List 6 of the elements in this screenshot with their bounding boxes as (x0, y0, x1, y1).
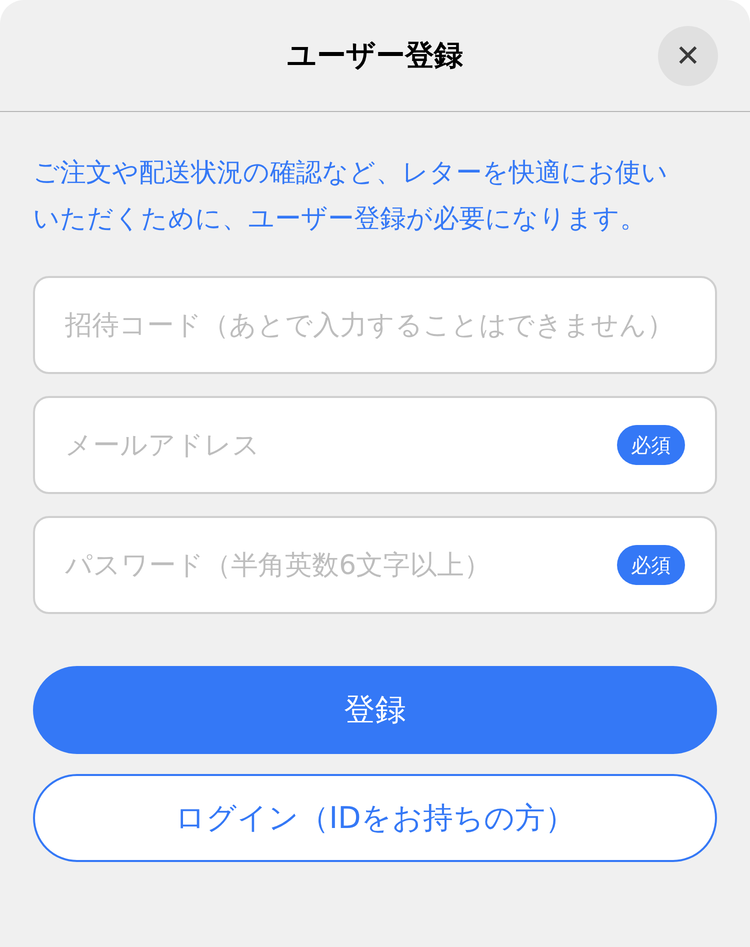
intro-text: ご注文や配送状況の確認など、レターを快適にお使いいただくために、ユーザー登録が必要になります。 (32, 157, 669, 236)
close-button[interactable]: ✕ (658, 26, 718, 86)
login-button[interactable]: ログイン（IDをお持ちの方） (33, 774, 717, 862)
input-field[interactable]: 招待コード（あとで入力することはできません） (33, 276, 717, 374)
dialog-title: ユーザー登録 (287, 36, 463, 74)
register-button[interactable]: 登録 (33, 666, 717, 754)
